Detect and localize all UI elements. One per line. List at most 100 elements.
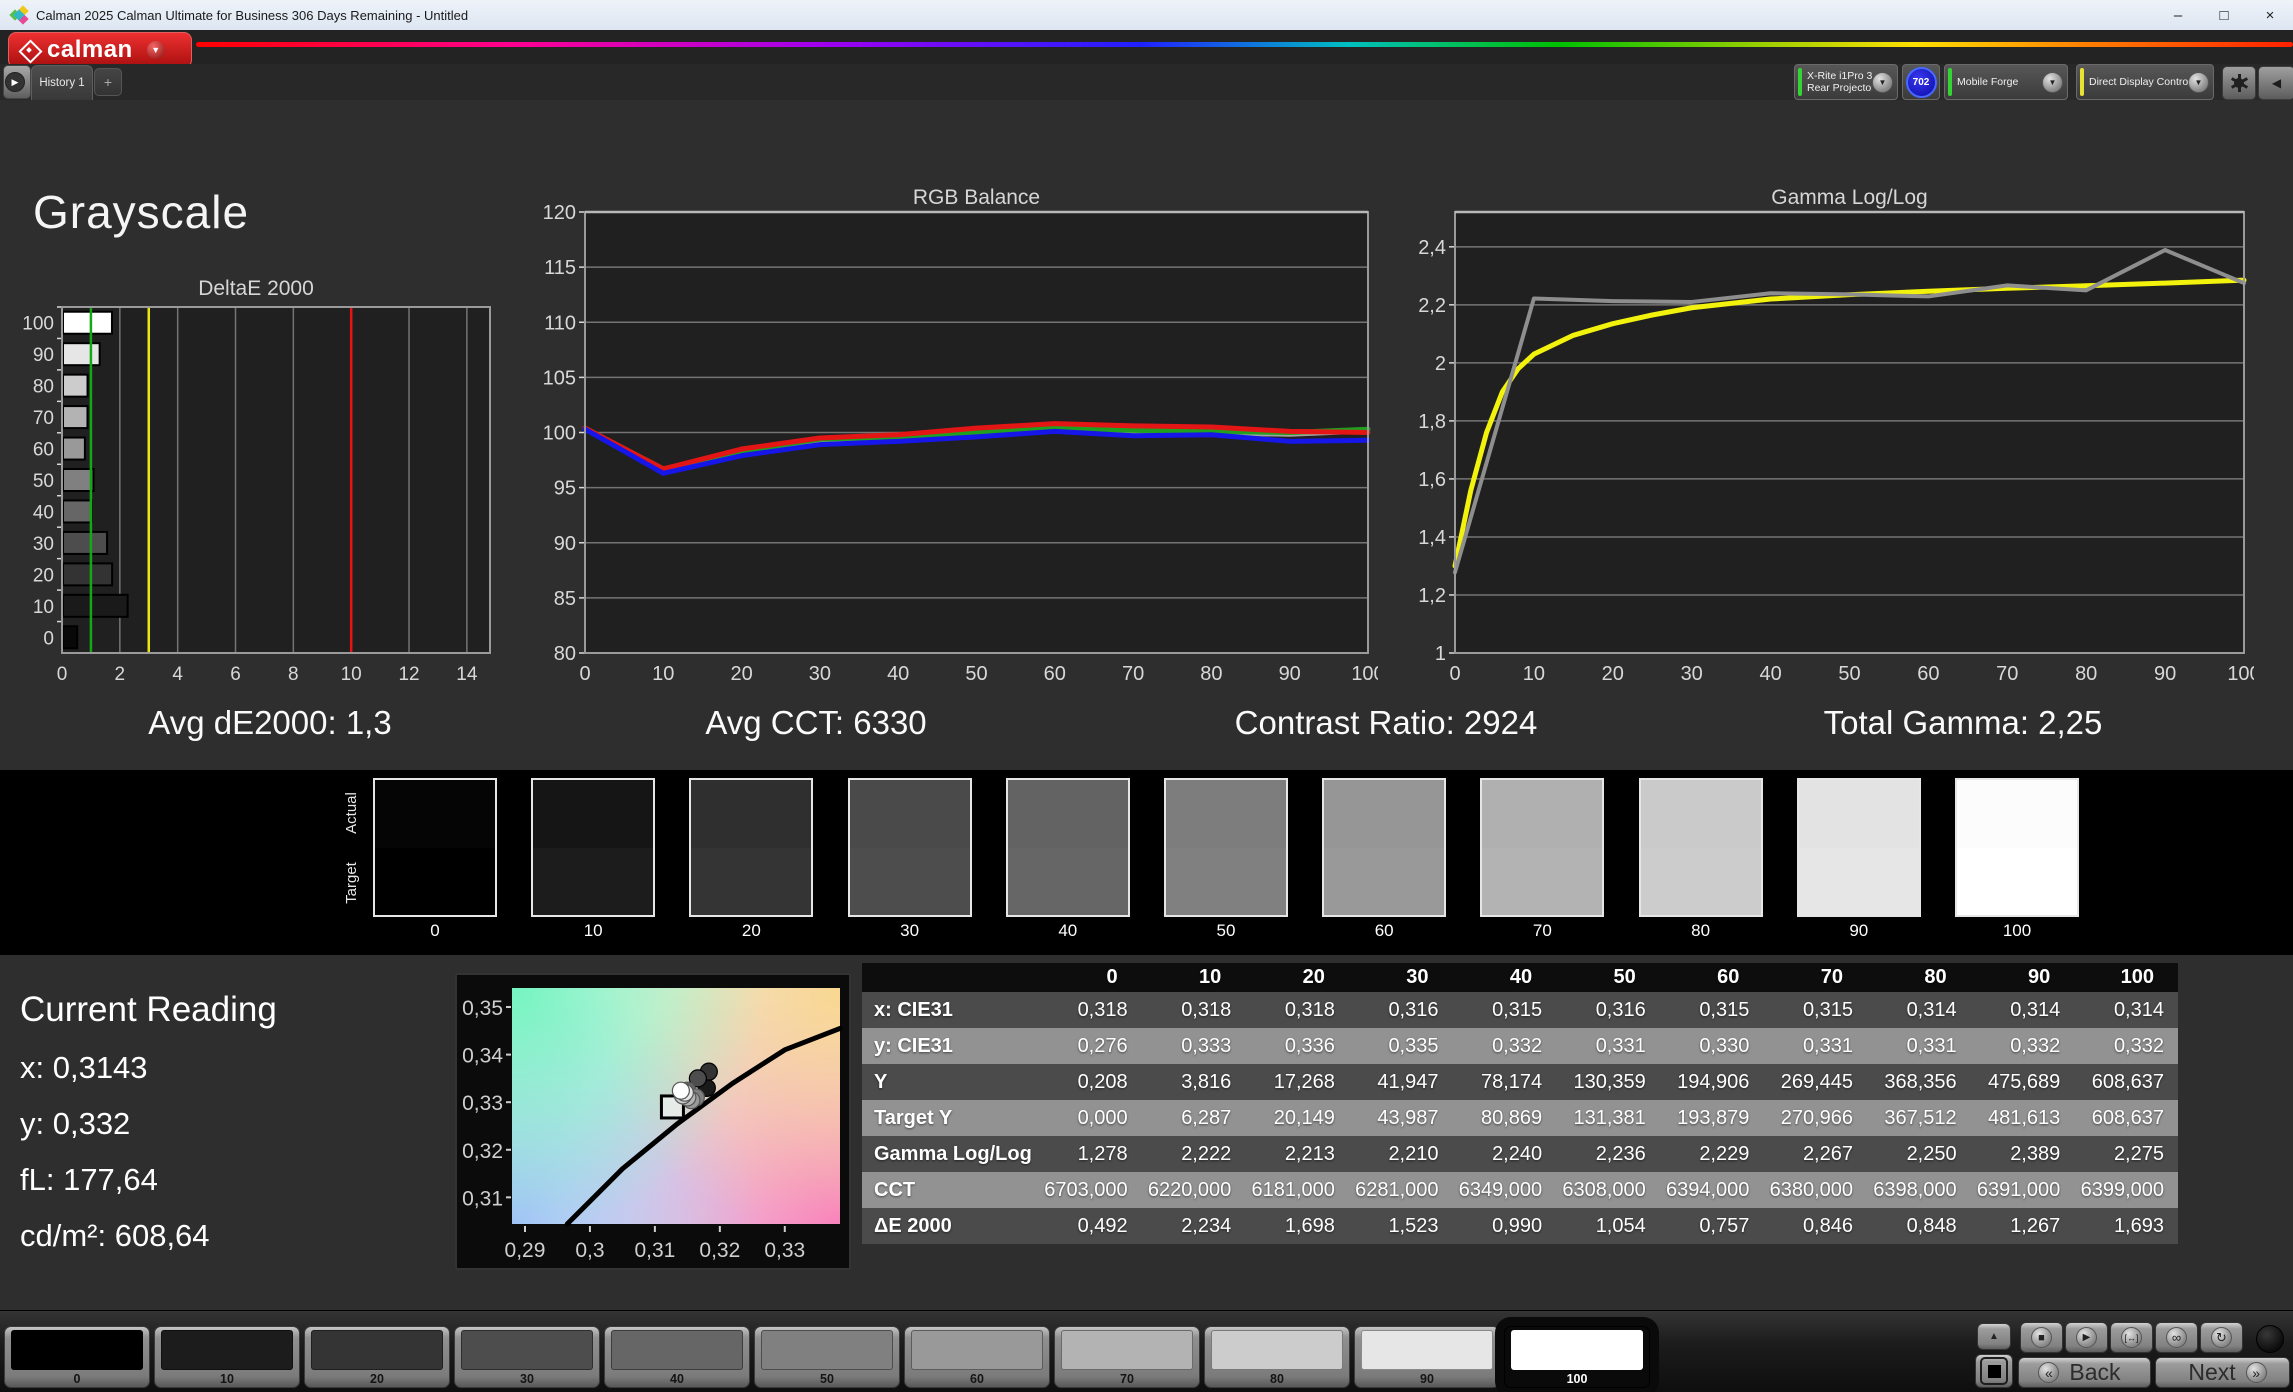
pattern-patch-30[interactable]: 30 xyxy=(454,1326,600,1388)
pattern-patch-90[interactable]: 90 xyxy=(1354,1326,1500,1388)
next-button[interactable]: Next » xyxy=(2155,1357,2290,1388)
patch-label: 100 xyxy=(1511,1370,1643,1388)
svg-text:90: 90 xyxy=(554,533,576,555)
swatch-actual-half xyxy=(1166,780,1286,848)
pattern-patch-60[interactable]: 60 xyxy=(904,1326,1050,1388)
calman-menu-button[interactable]: calman ▼ xyxy=(8,32,192,68)
svg-text:60: 60 xyxy=(33,440,54,461)
pattern-patch-40[interactable]: 40 xyxy=(604,1326,750,1388)
deltae-bar-20 xyxy=(63,563,112,585)
svg-text:1,6: 1,6 xyxy=(1418,469,1446,491)
table-cell: 78,174 xyxy=(1453,1064,1557,1100)
pattern-patch-70[interactable]: 70 xyxy=(1054,1326,1200,1388)
table-cell: 1,523 xyxy=(1349,1208,1453,1244)
table-row-3: Target Y0,0006,28720,14943,98780,869131,… xyxy=(862,1100,2178,1136)
svg-text:20: 20 xyxy=(730,663,752,685)
table-row-label: y: CIE31 xyxy=(862,1028,1038,1064)
table-cell: 608,637 xyxy=(2074,1100,2178,1136)
display-control-dropdown[interactable]: Direct Display Control ▼ xyxy=(2076,64,2214,100)
svg-text:0,31: 0,31 xyxy=(462,1187,503,1210)
close-button[interactable]: × xyxy=(2247,7,2293,24)
patch-swatch xyxy=(1211,1330,1343,1370)
table-row-label: Y xyxy=(862,1064,1038,1100)
gear-icon xyxy=(2231,75,2247,91)
display-status-accent xyxy=(2080,68,2084,96)
patch-label: 30 xyxy=(461,1370,593,1388)
patch-swatch xyxy=(611,1330,743,1370)
minimize-button[interactable]: – xyxy=(2155,7,2201,24)
source-dropdown[interactable]: Mobile Forge ▼ xyxy=(1944,64,2068,100)
play-button[interactable]: ▶ xyxy=(2065,1322,2108,1353)
back-chevrons-icon: « xyxy=(2038,1362,2059,1383)
table-cell: 0,208 xyxy=(1038,1064,1142,1100)
svg-text:100: 100 xyxy=(1351,663,1378,685)
svg-text:100: 100 xyxy=(22,314,54,335)
svg-text:105: 105 xyxy=(543,367,576,389)
settings-button[interactable] xyxy=(2222,66,2256,100)
patch-label: 0 xyxy=(11,1370,143,1388)
source-name: Mobile Forge xyxy=(1957,76,2042,89)
stop-button[interactable]: ■ xyxy=(2020,1322,2063,1353)
meter-sync-chip[interactable]: 702 xyxy=(1902,64,1940,100)
pattern-size-button[interactable]: [↔] xyxy=(2110,1322,2153,1353)
grayscale-swatch-20 xyxy=(689,778,813,917)
swatch-target-half xyxy=(1957,848,2077,916)
table-cell: 368,356 xyxy=(1867,1064,1971,1100)
refresh-button[interactable]: ↻ xyxy=(2200,1322,2243,1353)
maximize-button[interactable]: □ xyxy=(2201,7,2247,24)
table-cell: 0,318 xyxy=(1142,992,1246,1028)
collapse-panel-button[interactable]: ◀ xyxy=(2258,66,2293,100)
next-label: Next xyxy=(2188,1359,2235,1386)
svg-text:50: 50 xyxy=(1838,663,1860,685)
svg-text:10: 10 xyxy=(652,663,674,685)
table-cell: 0,316 xyxy=(1349,992,1453,1028)
tab-history-1[interactable]: History 1 xyxy=(31,65,93,100)
svg-text:90: 90 xyxy=(1279,663,1301,685)
table-row-label: Target Y xyxy=(862,1100,1038,1136)
svg-text:0,35: 0,35 xyxy=(462,997,503,1020)
app-icon xyxy=(10,6,28,24)
table-cell: 0,332 xyxy=(1971,1028,2075,1064)
pattern-patch-50[interactable]: 50 xyxy=(754,1326,900,1388)
table-cell: 43,987 xyxy=(1349,1100,1453,1136)
swatch-actual-half xyxy=(1324,780,1444,848)
pattern-patch-100[interactable]: 100 xyxy=(1504,1326,1650,1388)
play-icon: ▶ xyxy=(5,72,25,92)
svg-text:0,31: 0,31 xyxy=(634,1239,675,1262)
svg-text:0: 0 xyxy=(57,664,68,685)
table-cell: 6181,000 xyxy=(1245,1172,1349,1208)
swatch-target-half xyxy=(1799,848,1919,916)
pattern-patch-20[interactable]: 20 xyxy=(304,1326,450,1388)
svg-text:2: 2 xyxy=(115,664,126,685)
gamma-chart: 11,21,41,61,822,22,401020304050607080901… xyxy=(1401,202,2254,686)
pattern-patch-0[interactable]: 0 xyxy=(4,1326,150,1388)
deltae-bar-30 xyxy=(63,532,107,554)
continuous-measure-button[interactable]: ∞ xyxy=(2155,1322,2198,1353)
deltae-bar-90 xyxy=(63,343,100,365)
table-header-cell: 70 xyxy=(1763,963,1867,992)
patch-label: 40 xyxy=(611,1370,743,1388)
grayscale-swatch-10 xyxy=(531,778,655,917)
table-header-cell: 60 xyxy=(1660,963,1764,992)
workflow-play-button[interactable]: ▶ xyxy=(3,65,31,99)
table-cell: 0,314 xyxy=(2074,992,2178,1028)
stop-icon: ■ xyxy=(2031,1327,2052,1348)
app-header: calman ▼ xyxy=(0,30,2293,64)
svg-text:30: 30 xyxy=(1681,663,1703,685)
svg-text:20: 20 xyxy=(33,565,54,586)
meter-dropdown[interactable]: X-Rite i1Pro 3 Rear Projector ▼ xyxy=(1794,64,1898,100)
page-title: Grayscale xyxy=(33,185,249,239)
back-button[interactable]: « Back xyxy=(2018,1357,2151,1388)
pattern-patch-10[interactable]: 10 xyxy=(154,1326,300,1388)
table-cell: 130,359 xyxy=(1556,1064,1660,1100)
pattern-up-button[interactable]: ▲ xyxy=(1977,1323,2011,1350)
pattern-window-button[interactable] xyxy=(1975,1354,2013,1388)
table-row-label: CCT xyxy=(862,1172,1038,1208)
add-tab-button[interactable]: + xyxy=(94,68,122,96)
svg-text:40: 40 xyxy=(33,502,54,523)
pattern-patch-80[interactable]: 80 xyxy=(1204,1326,1350,1388)
table-cell: 608,637 xyxy=(2074,1064,2178,1100)
rgb-balance: 8085909510010511011512001020304050607080… xyxy=(531,202,1378,686)
table-cell: 193,879 xyxy=(1660,1100,1764,1136)
table-header-cell: 50 xyxy=(1556,963,1660,992)
